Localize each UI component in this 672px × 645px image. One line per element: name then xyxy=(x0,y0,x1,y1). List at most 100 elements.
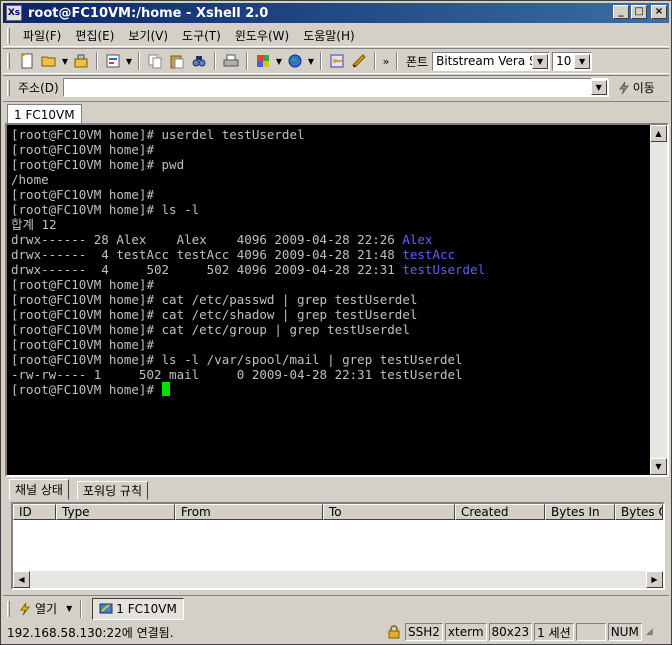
session-tab-fc10vm[interactable]: 1 FC10VM xyxy=(7,104,82,124)
menu-tools[interactable]: 도구(T) xyxy=(175,27,228,44)
new-session-icon[interactable] xyxy=(16,51,38,71)
tab-channel-status[interactable]: 채널 상태 xyxy=(9,479,69,500)
compose-icon[interactable] xyxy=(348,51,370,71)
menu-view[interactable]: 보기(V) xyxy=(121,27,175,44)
column-type[interactable]: Type xyxy=(56,504,175,520)
terminal-line: drwx------ 4 502 502 4096 2009-04-28 22:… xyxy=(11,262,649,277)
terminal-line: [root@FC10VM home]# userdel testUserdel xyxy=(11,127,649,142)
task-session-label: 1 FC10VM xyxy=(116,601,177,616)
terminal-text: testAcc xyxy=(402,247,456,262)
menu-help[interactable]: 도움말(H) xyxy=(296,27,362,44)
lightning-icon xyxy=(20,602,30,615)
addressbar-grip[interactable] xyxy=(7,79,10,96)
taskbar-grip[interactable] xyxy=(7,600,10,617)
copy-icon[interactable] xyxy=(144,51,166,71)
column-bytes-in[interactable]: Bytes In xyxy=(545,504,615,520)
terminal-text: /home xyxy=(11,172,49,187)
panel-tab-bar: 채널 상태 포워딩 규칙 xyxy=(5,479,669,500)
toolbar-separator xyxy=(396,52,398,70)
globe-icon[interactable] xyxy=(284,51,306,71)
terminal-text: testUserdel xyxy=(402,262,486,277)
paste-icon[interactable] xyxy=(166,51,188,71)
window-controls: _ □ × xyxy=(613,5,667,19)
open-label: 열기 xyxy=(35,602,58,616)
address-input[interactable]: ▼ xyxy=(62,78,609,97)
toolbar: ▼ ▼ ▼ ▼ » 폰트 Bitstream Vera S: ▼ 10 ▼ xyxy=(3,48,669,74)
tab-forwarding-rules[interactable]: 포워딩 규칙 xyxy=(77,481,149,500)
toolbar-separator xyxy=(320,52,322,70)
open-dropdown-arrow-icon[interactable]: ▼ xyxy=(60,57,70,66)
go-label: 이동 xyxy=(632,81,655,95)
scroll-down-icon[interactable]: ▼ xyxy=(650,458,667,475)
lightning-icon xyxy=(618,81,629,94)
terminal-text: [root@FC10VM home]# xyxy=(11,277,154,292)
properties-dropdown-arrow-icon[interactable]: ▼ xyxy=(124,57,134,66)
maximize-button[interactable]: □ xyxy=(631,5,647,19)
terminal-text: [root@FC10VM home]# pwd xyxy=(11,157,185,172)
terminal-line: [root@FC10VM home]# xyxy=(11,187,649,202)
terminal-line: [root@FC10VM home]# cat /etc/group | gre… xyxy=(11,322,649,337)
font-size-value: 10 xyxy=(556,54,572,68)
terminal-line: drwx------ 4 testAcc testAcc 4096 2009-0… xyxy=(11,247,649,262)
go-button[interactable]: 이동 xyxy=(617,79,655,96)
font-family-select[interactable]: Bitstream Vera S: ▼ xyxy=(432,51,551,71)
chevron-down-icon[interactable]: ▼ xyxy=(66,604,72,613)
chevron-down-icon[interactable]: ▼ xyxy=(574,53,591,69)
font-size-select[interactable]: 10 ▼ xyxy=(552,51,593,71)
address-dropdown[interactable]: ▼ xyxy=(590,78,608,97)
title-bar[interactable]: Xs root@FC10VM:/home - Xshell 2.0 _ □ × xyxy=(3,3,669,23)
minimize-button[interactable]: _ xyxy=(613,5,629,19)
open-button[interactable]: 열기 ▼ xyxy=(18,600,72,617)
channel-panel: 채널 상태 포워딩 규칙 ID Type From To Created Byt… xyxy=(5,479,669,591)
menubar-grip[interactable] xyxy=(7,27,10,44)
globe-dropdown-arrow-icon[interactable]: ▼ xyxy=(306,57,316,66)
terminal-vertical-scrollbar[interactable]: ▲ ▼ xyxy=(650,125,667,475)
color-scheme-dropdown-arrow-icon[interactable]: ▼ xyxy=(274,57,284,66)
terminal-text: [root@FC10VM home]# xyxy=(11,337,154,352)
properties-icon[interactable] xyxy=(102,51,124,71)
terminal-view[interactable]: [root@FC10VM home]# userdel testUserdel [… xyxy=(5,123,669,477)
color-scheme-icon[interactable] xyxy=(252,51,274,71)
close-button[interactable]: × xyxy=(651,5,667,19)
chevron-down-icon[interactable]: ▼ xyxy=(590,80,607,95)
reconnect-icon[interactable] xyxy=(70,51,92,71)
menu-window[interactable]: 윈도우(W) xyxy=(228,27,296,44)
menu-edit[interactable]: 편집(E) xyxy=(68,27,121,44)
terminal-text: [root@FC10VM home]# ls -l /var/spool/mai… xyxy=(11,352,463,367)
resize-grip-icon[interactable]: ◢ xyxy=(644,623,658,641)
column-id[interactable]: ID xyxy=(13,504,56,520)
terminal-line: /home xyxy=(11,172,649,187)
task-session-fc10vm[interactable]: 1 FC10VM xyxy=(92,597,184,620)
menu-bar: 파일(F) 편집(E) 보기(V) 도구(T) 윈도우(W) 도움말(H) xyxy=(3,25,669,47)
channel-list-horizontal-scrollbar[interactable]: ◀ ▶ xyxy=(13,571,663,588)
scroll-up-icon[interactable]: ▲ xyxy=(650,125,667,142)
column-from[interactable]: From xyxy=(175,504,323,520)
terminal-text: 합계 12 xyxy=(11,217,57,232)
key-manager-icon[interactable] xyxy=(326,51,348,71)
column-bytes-out[interactable]: Bytes Out xyxy=(615,504,663,520)
scroll-left-icon[interactable]: ◀ xyxy=(13,571,30,588)
column-created[interactable]: Created xyxy=(455,504,545,520)
menu-file[interactable]: 파일(F) xyxy=(16,27,68,44)
print-icon[interactable] xyxy=(220,51,242,71)
terminal-line: [root@FC10VM home]# xyxy=(11,277,649,292)
terminal-line: drwx------ 28 Alex Alex 4096 2009-04-28 … xyxy=(11,232,649,247)
find-icon[interactable] xyxy=(188,51,210,71)
toolbar-grip[interactable] xyxy=(7,53,10,69)
toolbar-separator xyxy=(246,52,248,70)
toolbar-overflow[interactable]: » xyxy=(380,51,392,71)
taskbar-separator xyxy=(80,599,83,618)
chevron-down-icon[interactable]: ▼ xyxy=(532,53,549,69)
window-title: root@FC10VM:/home - Xshell 2.0 xyxy=(28,5,269,21)
toolbar-separator xyxy=(214,52,216,70)
channel-list[interactable]: ID Type From To Created Bytes In Bytes O… xyxy=(11,502,665,590)
font-label: 폰트 xyxy=(406,54,429,69)
status-num: NUM xyxy=(607,623,642,641)
column-to[interactable]: To xyxy=(323,504,455,520)
scroll-right-icon[interactable]: ▶ xyxy=(646,571,663,588)
terminal-text: -rw-rw---- 1 502 mail 0 2009-04-28 22:31… xyxy=(11,367,463,382)
session-tab-bar: 1 FC10VM xyxy=(3,101,669,124)
terminal-text: [root@FC10VM home]# xyxy=(11,187,154,202)
terminal-text: [root@FC10VM home]# ls -l xyxy=(11,202,200,217)
open-folder-icon[interactable] xyxy=(38,51,60,71)
